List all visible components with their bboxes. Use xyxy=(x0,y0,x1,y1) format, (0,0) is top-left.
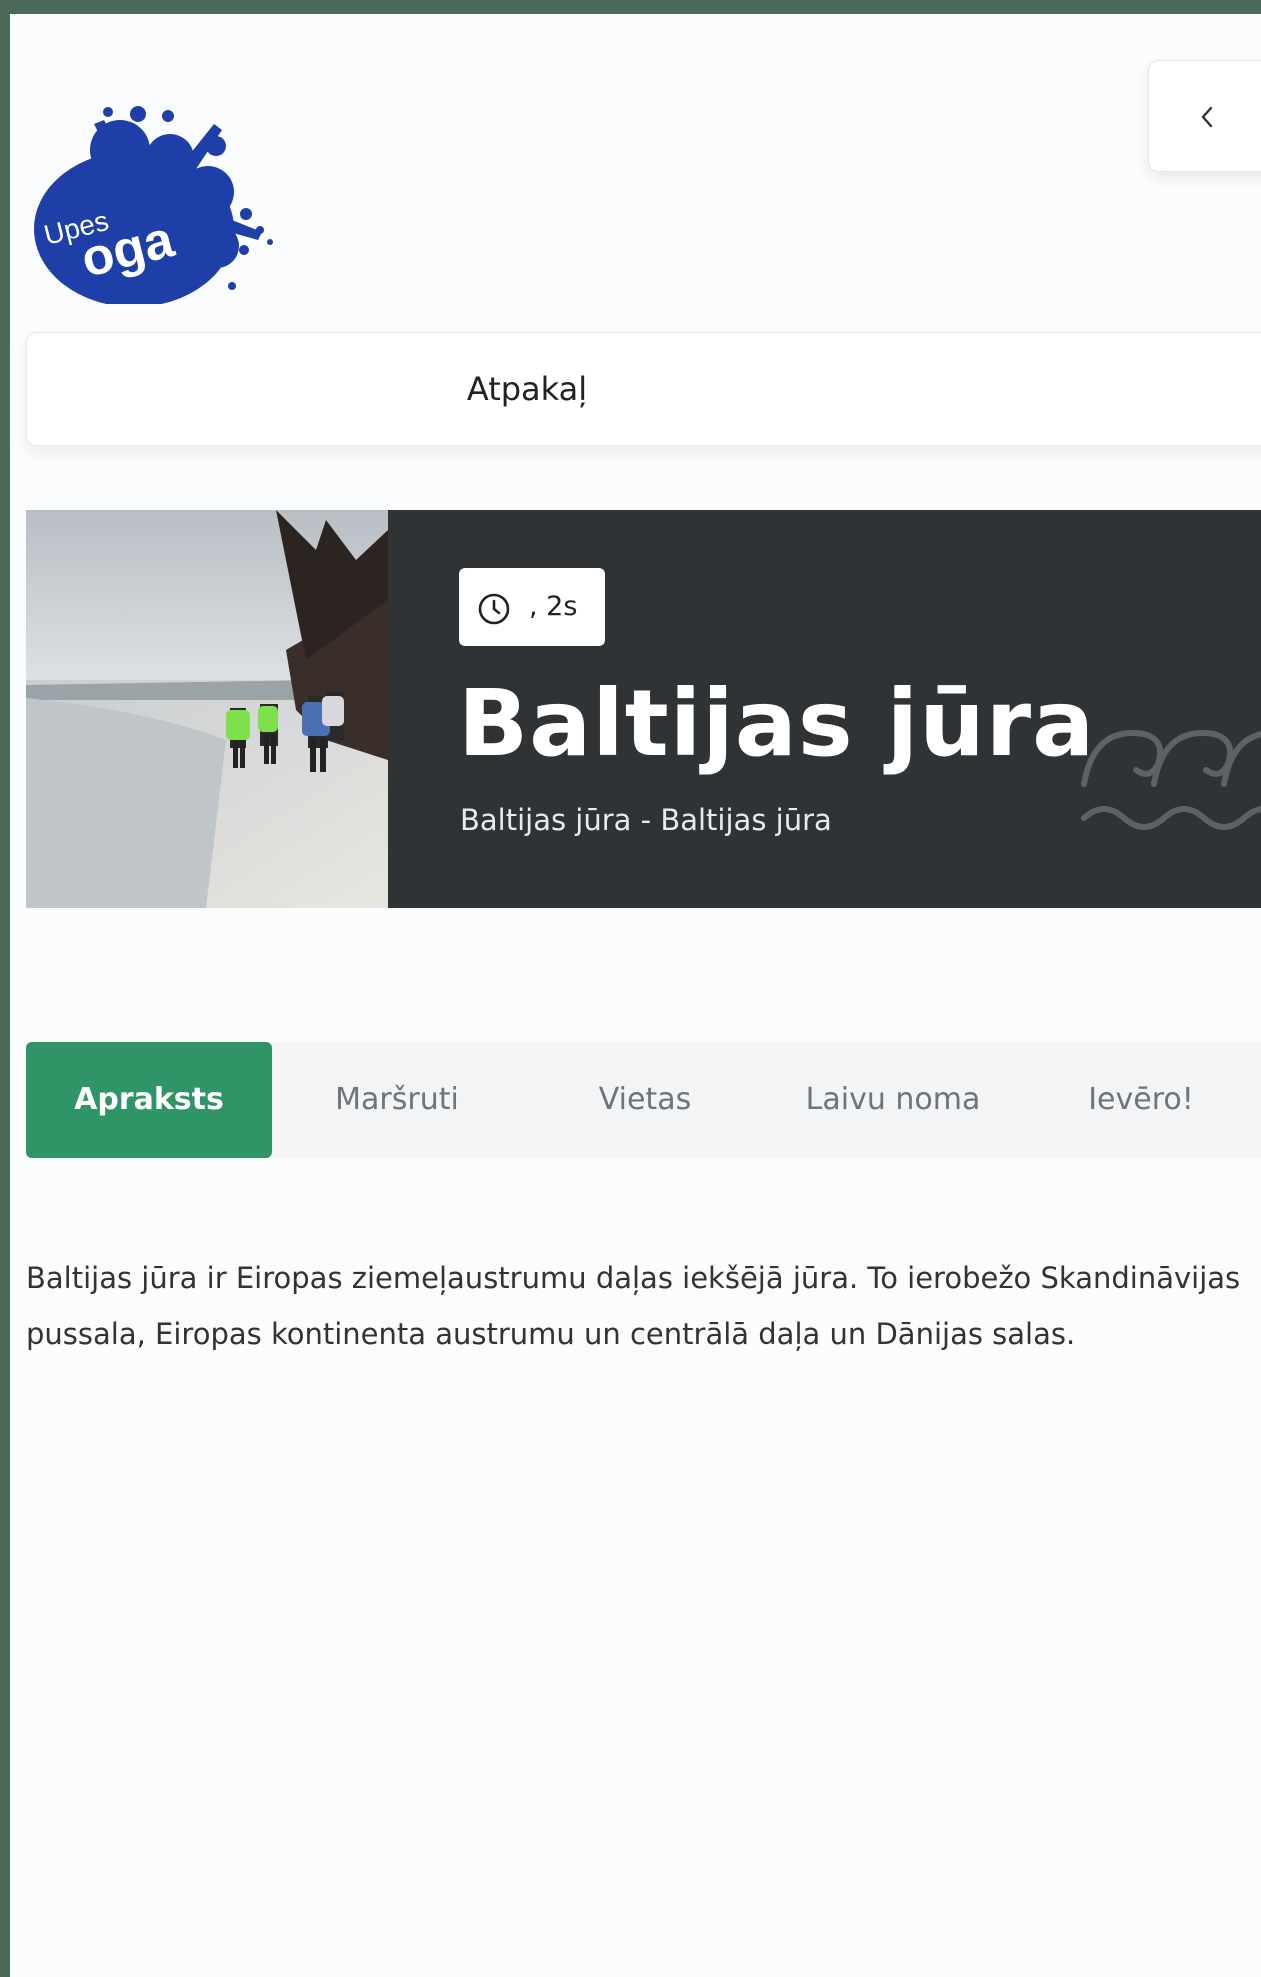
tab-laivu-noma[interactable]: Laivu noma xyxy=(770,1042,1016,1158)
duration-text: , 2s xyxy=(529,591,578,622)
hero-banner: , 2s Baltijas jūra Baltijas jūra - Balti… xyxy=(26,510,1261,908)
page-panel: Upes oga Atpakaļ , 2s Baltijas jūra Balt… xyxy=(10,14,1261,1977)
hero-photo xyxy=(26,510,388,908)
tab-marsruti[interactable]: Maršruti xyxy=(274,1042,520,1158)
beach-hikers-image xyxy=(26,510,388,908)
back-button[interactable]: Atpakaļ xyxy=(26,332,1261,446)
brand-logo[interactable]: Upes oga xyxy=(22,54,282,304)
tab-bar: Apraksts Maršruti Vietas Laivu noma Ievē… xyxy=(26,1042,1261,1158)
page-subtitle: Baltijas jūra - Baltijas jūra xyxy=(460,803,832,837)
splash-logo-icon: Upes oga xyxy=(34,106,273,304)
tab-apraksts[interactable]: Apraksts xyxy=(26,1042,272,1158)
chevron-left-icon xyxy=(1201,106,1213,128)
clock-icon xyxy=(478,593,510,625)
back-icon-button[interactable] xyxy=(1148,60,1261,172)
tab-ievero[interactable]: Ievēro! xyxy=(1018,1042,1261,1158)
duration-badge: , 2s xyxy=(459,568,605,646)
back-button-label: Atpakaļ xyxy=(466,370,588,408)
tab-vietas[interactable]: Vietas xyxy=(522,1042,768,1158)
description-text: Baltijas jūra ir Eiropas ziemeļaustrumu … xyxy=(26,1261,1241,1351)
page-title: Baltijas jūra xyxy=(458,670,1096,777)
waves-icon xyxy=(1081,730,1261,830)
